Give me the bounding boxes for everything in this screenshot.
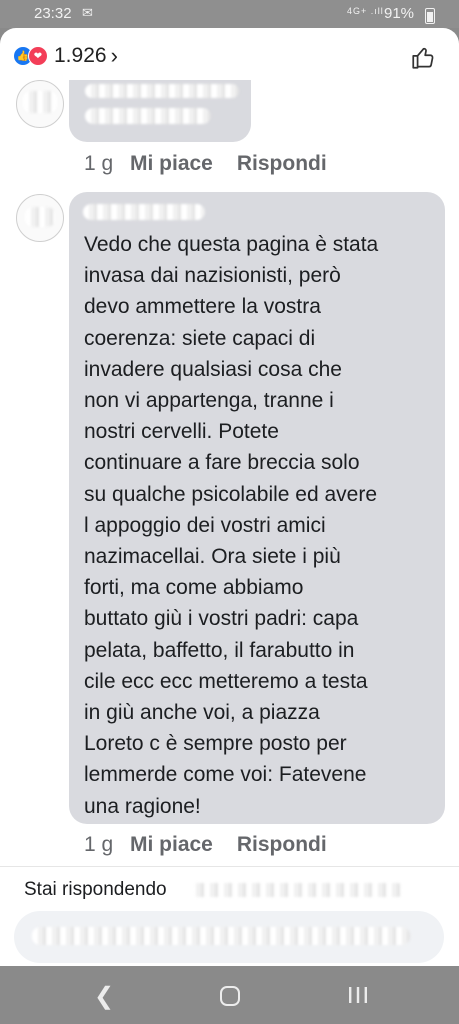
comment-actions-previous: 1 g Mi piace Rispondi [84, 152, 327, 176]
like-button[interactable]: Mi piace [130, 833, 213, 857]
comment-actions: 1 g Mi piace Rispondi [84, 833, 327, 857]
comment-text: Vedo che questa pagina è stata invasa da… [84, 233, 379, 818]
redacted-author-name [83, 204, 205, 220]
back-icon[interactable]: ❮ [94, 982, 114, 1011]
comment-bubble-previous [69, 80, 251, 142]
status-bar: 23:32 ✉ 4G+ .ıll 91% [0, 0, 459, 28]
comment-time: 1 g [84, 833, 114, 856]
reply-button[interactable]: Rispondi [237, 152, 327, 176]
home-icon[interactable] [219, 985, 241, 1007]
like-thumb-icon[interactable] [410, 45, 436, 71]
love-reaction-icon: ❤ [28, 46, 48, 66]
comments-sheet: 👍 ❤ 1.926 › 1 g Mi piace Rispondi Vedo c… [0, 28, 459, 966]
network-signal-icon: 4G+ .ıll [347, 6, 384, 16]
redacted-comment-text [85, 108, 211, 124]
reactions-summary[interactable]: 👍 ❤ 1.926 › [13, 42, 118, 70]
avatar[interactable] [16, 80, 64, 128]
reply-button[interactable]: Rispondi [237, 833, 327, 857]
reply-composer: Stai rispondendo [0, 866, 459, 966]
comment-time: 1 g [84, 152, 114, 175]
status-time: 23:32 [34, 5, 72, 22]
battery-icon [425, 8, 435, 24]
reply-input[interactable] [14, 911, 444, 963]
redacted-reply-target [190, 883, 404, 897]
redacted-reply-text [32, 927, 410, 945]
recent-apps-icon[interactable] [348, 986, 368, 1004]
reaction-count: 1.926 [54, 44, 107, 67]
chevron-right-icon: › [110, 43, 118, 68]
battery-level: 91% [384, 5, 415, 22]
message-notification-icon: ✉ [82, 5, 93, 20]
redacted-author-name [85, 84, 239, 98]
avatar[interactable] [16, 194, 64, 242]
system-navigation-bar: ❮ [0, 966, 459, 1024]
replying-to-label: Stai rispondendo [24, 879, 167, 900]
like-button[interactable]: Mi piace [130, 152, 213, 176]
